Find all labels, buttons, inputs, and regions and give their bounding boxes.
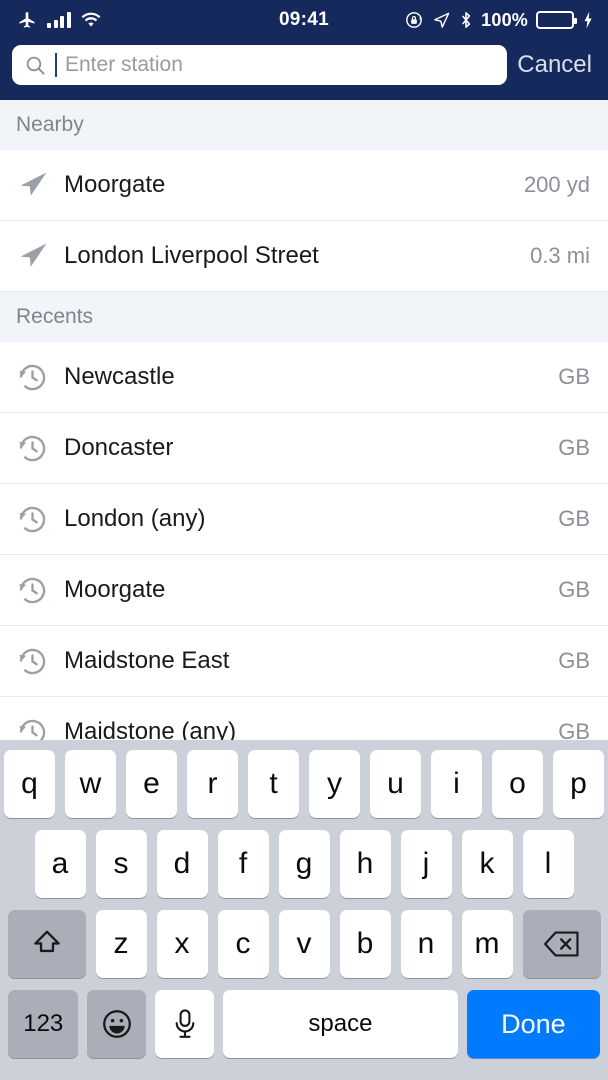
list-item-label: Maidstone (any) (64, 718, 237, 740)
list-item-meta: GB (558, 648, 590, 673)
section-header-nearby: Nearby (0, 100, 608, 150)
key-r[interactable]: r (187, 750, 238, 818)
numbers-key[interactable]: 123 (8, 990, 79, 1058)
list-item-meta: GB (558, 577, 590, 602)
list-item[interactable]: Doncaster GB (0, 413, 608, 484)
key-c[interactable]: c (217, 910, 269, 978)
backspace-icon (543, 931, 579, 957)
clock-history-icon (16, 503, 64, 536)
key-h[interactable]: h (339, 830, 391, 898)
list-item-meta: GB (558, 435, 590, 460)
key-f[interactable]: f (217, 830, 269, 898)
station-list[interactable]: Nearby Moorgate 200 yd London Liverpool … (0, 100, 608, 740)
key-a[interactable]: a (34, 830, 86, 898)
keyboard-row-2: a s d f g h j k l (0, 830, 608, 898)
list-item-label: London Liverpool Street (64, 242, 319, 269)
list-item-meta: 200 yd (523, 172, 590, 197)
list-item-label: Maidstone East (64, 647, 230, 674)
search-input[interactable]: Enter station (12, 45, 508, 85)
keyboard-row-1: q w e r t y u i o p (0, 750, 608, 818)
list-item-label: Moorgate (64, 576, 166, 603)
key-u[interactable]: u (370, 750, 421, 818)
bluetooth-icon (462, 12, 471, 28)
list-item[interactable]: London (any) GB (0, 484, 608, 555)
key-q[interactable]: q (4, 750, 55, 818)
list-item[interactable]: Maidstone (any) GB (0, 697, 608, 740)
on-screen-keyboard[interactable]: q w e r t y u i o p a s d f g h j k l z … (0, 740, 608, 1080)
clock-history-icon (16, 716, 64, 740)
key-o[interactable]: o (492, 750, 543, 818)
list-item-meta: GB (558, 364, 590, 389)
list-item-label: Newcastle (64, 363, 175, 390)
key-n[interactable]: n (400, 910, 452, 978)
status-bar: 09:41 100% (0, 0, 608, 40)
app-screen: 09:41 100% Enter station Cancel Nearby M… (0, 0, 608, 1080)
done-key[interactable]: Done (466, 990, 600, 1058)
list-item-label: Doncaster (64, 434, 174, 461)
space-key[interactable]: space (222, 990, 458, 1058)
key-l[interactable]: l (522, 830, 574, 898)
key-w[interactable]: w (65, 750, 116, 818)
keyboard-row-4: 123 space Done (0, 990, 608, 1058)
shift-key[interactable] (7, 910, 86, 978)
shift-arrow-icon (33, 930, 60, 953)
key-g[interactable]: g (278, 830, 330, 898)
list-item-label: Moorgate (64, 171, 166, 198)
lightning-bolt-icon (584, 11, 592, 29)
key-d[interactable]: d (156, 830, 208, 898)
key-s[interactable]: s (95, 830, 147, 898)
emoji-smiley-icon (102, 1010, 131, 1038)
text-cursor (55, 53, 57, 77)
list-item[interactable]: Moorgate GB (0, 555, 608, 626)
clock-history-icon (16, 432, 64, 465)
key-b[interactable]: b (339, 910, 391, 978)
list-item[interactable]: Maidstone East GB (0, 626, 608, 697)
microphone-icon (175, 1009, 194, 1038)
backspace-key[interactable] (522, 910, 601, 978)
battery-full-icon (536, 11, 577, 29)
list-item[interactable]: Moorgate 200 yd (0, 150, 608, 221)
list-item-label: London (any) (64, 505, 206, 532)
status-bar-right: 100% (404, 0, 594, 40)
list-item-meta: 0.3 mi (530, 243, 590, 268)
key-i[interactable]: i (431, 750, 482, 818)
navigation-arrow-icon (16, 239, 64, 273)
cancel-button[interactable]: Cancel (517, 51, 596, 79)
clock-history-icon (16, 645, 64, 678)
key-x[interactable]: x (156, 910, 208, 978)
location-arrow-icon (434, 12, 450, 28)
key-t[interactable]: t (248, 750, 299, 818)
list-item-meta: GB (558, 506, 590, 531)
clock-history-icon (16, 361, 64, 394)
search-icon (26, 56, 45, 74)
key-z[interactable]: z (95, 910, 147, 978)
key-k[interactable]: k (461, 830, 513, 898)
key-y[interactable]: y (309, 750, 360, 818)
list-item-meta: GB (558, 719, 590, 740)
rotation-lock-icon (406, 12, 423, 28)
key-j[interactable]: j (400, 830, 452, 898)
key-e[interactable]: e (126, 750, 177, 818)
clock-history-icon (16, 574, 64, 607)
key-v[interactable]: v (278, 910, 330, 978)
list-item[interactable]: Newcastle GB (0, 342, 608, 413)
list-item[interactable]: London Liverpool Street 0.3 mi (0, 221, 608, 292)
section-header-recents: Recents (0, 292, 608, 342)
search-bar: Enter station Cancel (0, 40, 608, 100)
navigation-arrow-icon (16, 168, 64, 202)
navigation-bar: 09:41 100% Enter station Cancel (0, 0, 608, 100)
key-p[interactable]: p (553, 750, 604, 818)
key-m[interactable]: m (461, 910, 513, 978)
emoji-key[interactable] (87, 990, 147, 1058)
search-placeholder: Enter station (65, 53, 183, 76)
keyboard-row-3: z x c v b n m (0, 910, 608, 978)
battery-percent-label: 100% (481, 9, 528, 30)
dictation-key[interactable] (155, 990, 214, 1058)
